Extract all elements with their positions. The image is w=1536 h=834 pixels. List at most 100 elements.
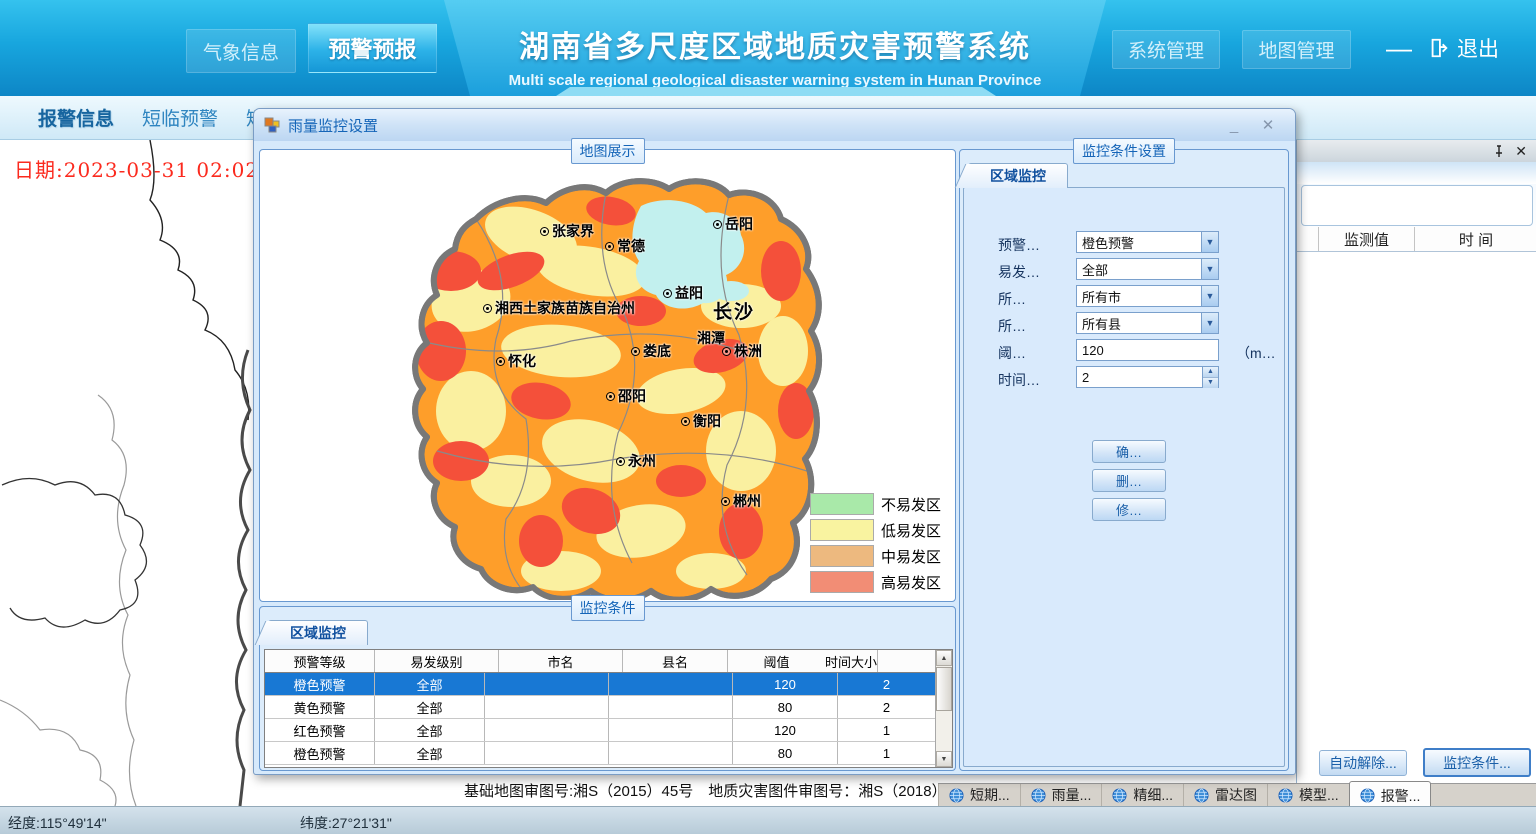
tab-map-management[interactable]: 地图管理 — [1242, 30, 1351, 69]
legend-row: 高易发区 — [810, 571, 941, 593]
legend-swatch — [810, 571, 874, 593]
legend-row: 不易发区 — [810, 493, 941, 515]
globe-icon — [1031, 788, 1046, 803]
taskbar-item[interactable]: 精细... — [1101, 784, 1183, 806]
field-value[interactable]: 全部 — [1077, 260, 1201, 279]
field-value[interactable]: 所有县 — [1077, 314, 1201, 333]
settings-action-button[interactable]: 删… — [1092, 469, 1166, 492]
field-control[interactable]: 橙色预警 ▼ ▲▼ — [1076, 231, 1219, 253]
city-marker-icon — [631, 347, 640, 356]
table-scrollbar[interactable]: ▲ ▼ — [935, 650, 952, 767]
field-label: 时间… — [998, 370, 1040, 390]
exit-button[interactable]: 退出 — [1428, 28, 1499, 68]
field-value[interactable]: 所有市 — [1077, 287, 1201, 306]
dropdown-arrow-icon[interactable]: ▼ — [1201, 259, 1218, 279]
globe-icon — [1194, 788, 1209, 803]
settings-fields: 预警… 橙色预警 ▼ ▲▼ 易发… 全部 — [964, 230, 1284, 392]
field-control[interactable]: 所有市 ▼ ▲▼ — [1076, 285, 1219, 307]
tab-warning-forecast[interactable]: 预警预报 — [308, 23, 437, 73]
scrollbar-thumb[interactable] — [936, 667, 952, 711]
app-minimize-button[interactable]: — — [1384, 30, 1414, 66]
tab-area-monitor-table[interactable]: 区域监控 — [268, 620, 368, 645]
scroll-up-icon[interactable]: ▲ — [936, 650, 952, 666]
dropdown-arrow-icon[interactable]: ▼ — [1201, 313, 1218, 333]
field-suffix: （m… — [1236, 343, 1276, 363]
monitor-condition-button[interactable]: 监控条件... — [1423, 748, 1531, 777]
field-control[interactable]: 120 ▼ ▲▼ — [1076, 339, 1219, 361]
subnav-item[interactable]: 短临预警 — [142, 104, 218, 131]
field-control[interactable]: 所有县 ▼ ▲▼ — [1076, 312, 1219, 334]
header-title-block: 湖南省多尺度区域地质灾害预警系统 Multi scale regional ge… — [430, 0, 1120, 96]
taskbar-item-label: 雷达图 — [1215, 785, 1257, 805]
auto-release-button[interactable]: 自动解除... — [1319, 750, 1407, 776]
taskbar-item-label: 精细... — [1133, 785, 1173, 805]
settings-action-button[interactable]: 修… — [1092, 498, 1166, 521]
taskbar-item-label: 模型... — [1299, 785, 1339, 805]
exit-label: 退出 — [1457, 33, 1499, 63]
settings-field: 所… 所有市 ▼ ▲▼ — [964, 284, 1284, 311]
rainfall-monitor-settings-dialog: 雨量监控设置 _ ✕ 地图展示 — [253, 108, 1296, 775]
field-value[interactable]: 2 — [1077, 370, 1202, 385]
taskbar-item[interactable]: 短期... — [938, 784, 1020, 806]
tab-area-monitor-settings[interactable]: 区域监控 — [968, 163, 1068, 188]
scroll-down-icon[interactable]: ▼ — [936, 751, 952, 767]
settings-action-button[interactable]: 确… — [1092, 440, 1166, 463]
dropdown-arrow-icon[interactable]: ▼ — [1201, 286, 1218, 306]
dialog-title: 雨量监控设置 — [288, 115, 1217, 136]
table-row[interactable]: 橙色预警 全部 80 1 — [265, 742, 935, 765]
tab-system-management[interactable]: 系统管理 — [1112, 30, 1220, 69]
city-label: 衡阳 — [681, 411, 721, 431]
spinner-up-icon[interactable]: ▲ — [1203, 367, 1218, 377]
field-value[interactable]: 120 — [1077, 343, 1218, 358]
tab-weather-info[interactable]: 气象信息 — [186, 29, 296, 73]
legend-swatch — [810, 545, 874, 567]
monitor-conditions-group: 监控条件 区域监控 预警等级易发级别市名县名阈值时间大小 橙色预警 全部 — [259, 606, 956, 771]
field-label: 预警… — [998, 235, 1040, 255]
pin-icon[interactable] — [1493, 145, 1505, 158]
spinner-buttons[interactable]: ▲▼ — [1202, 367, 1218, 387]
city-marker-icon — [483, 304, 492, 313]
globe-icon — [1360, 788, 1375, 803]
taskbar: 短期... 雨量... 精细... — [938, 783, 1536, 806]
globe-icon — [1278, 788, 1293, 803]
alarm-list-area — [1297, 252, 1536, 740]
city-marker-icon — [663, 289, 672, 298]
city-label: 株洲 — [722, 341, 762, 361]
dropdown-arrow-icon[interactable]: ▼ — [1201, 232, 1218, 252]
taskbar-item[interactable]: 报警... — [1349, 781, 1432, 806]
field-label: 所… — [998, 316, 1026, 336]
subnav-item[interactable]: 报警信息 — [38, 104, 114, 131]
city-marker-icon — [722, 347, 731, 356]
taskbar-item[interactable]: 雷达图 — [1183, 784, 1267, 806]
dialog-close-button[interactable]: ✕ — [1251, 115, 1285, 135]
dialog-titlebar[interactable]: 雨量监控设置 _ ✕ — [254, 109, 1295, 141]
dialog-minimize-button[interactable]: _ — [1217, 115, 1251, 135]
city-marker-icon — [496, 357, 505, 366]
globe-icon — [949, 788, 964, 803]
panel-band — [1297, 162, 1536, 184]
column-header: 市名 — [499, 650, 623, 672]
city-label: 永州 — [616, 451, 656, 471]
column-partial — [1297, 227, 1319, 251]
panel-close-icon[interactable]: ✕ — [1515, 144, 1527, 158]
table-row[interactable]: 橙色预警 全部 120 2 — [265, 673, 935, 696]
field-value[interactable]: 橙色预警 — [1077, 233, 1201, 252]
table-row[interactable]: 红色预警 全部 120 1 — [265, 719, 935, 742]
spinner-down-icon[interactable]: ▼ — [1203, 377, 1218, 388]
hunan-risk-map[interactable]: 张家界 常德 岳阳 — [261, 151, 954, 600]
legend-label: 低易发区 — [881, 520, 941, 541]
current-date-label: 日期:2023-03-31 02:02 — [14, 154, 259, 183]
legend-row: 中易发区 — [810, 545, 941, 567]
taskbar-item[interactable]: 模型... — [1267, 784, 1349, 806]
conditions-group-label: 监控条件 — [571, 595, 645, 621]
settings-action-buttons: 确… 删… 修… — [1092, 440, 1166, 521]
settings-field: 所… 所有县 ▼ ▲▼ — [964, 311, 1284, 338]
column-monitor-value: 监测值 — [1319, 227, 1415, 251]
city-label: 岳阳 — [713, 214, 753, 234]
form-window-icon — [264, 117, 280, 133]
table-row[interactable]: 黄色预警 全部 80 2 — [265, 696, 935, 719]
field-control[interactable]: 2 ▼ ▲▼ — [1076, 366, 1219, 388]
taskbar-item[interactable]: 雨量... — [1020, 784, 1102, 806]
map-legend: 不易发区 低易发区 中易发区 — [810, 493, 941, 597]
field-control[interactable]: 全部 ▼ ▲▼ — [1076, 258, 1219, 280]
